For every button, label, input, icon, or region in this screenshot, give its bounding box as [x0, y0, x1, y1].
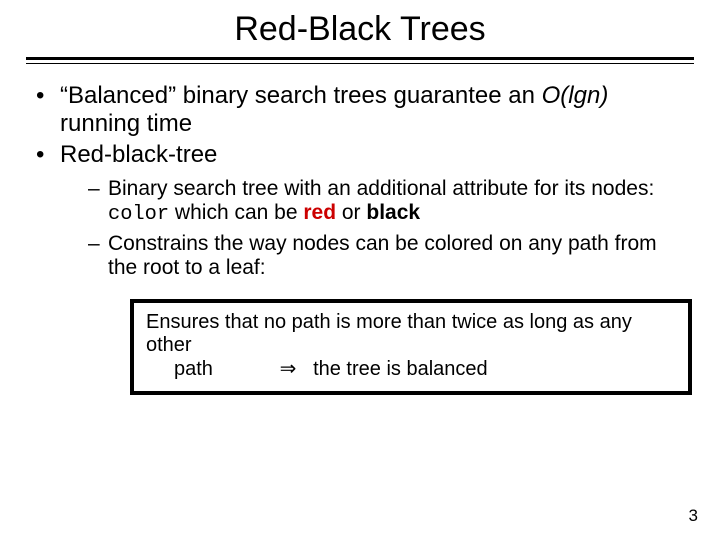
sub1-or: or: [336, 201, 366, 224]
sub-bullet-1: Binary search tree with an additional at…: [88, 177, 684, 227]
bullet-list: “Balanced” binary search trees guarantee…: [36, 82, 684, 395]
bullet-2-text: Red-black-tree: [60, 141, 217, 168]
callout-line2: path ⇒ the tree is balanced: [146, 358, 676, 382]
callout-box: Ensures that no path is more than twice …: [130, 299, 692, 396]
sub-bullet-2: Constrains the way nodes can be colored …: [88, 232, 684, 280]
callout-line2-post: the tree is balanced: [313, 358, 488, 380]
sub1-mid: which can be: [169, 201, 303, 224]
slide-title: Red-Black Trees: [0, 0, 720, 55]
bullet-2: Red-black-tree Binary search tree with a…: [36, 141, 684, 395]
sub1-pre: Binary search tree with an additional at…: [108, 177, 654, 200]
sub1-black: black: [366, 201, 420, 224]
page-number: 3: [689, 506, 698, 526]
slide-body: “Balanced” binary search trees guarantee…: [0, 64, 720, 395]
slide: Red-Black Trees “Balanced” binary search…: [0, 0, 720, 540]
bullet-1-post: running time: [60, 110, 192, 137]
double-arrow-icon: ⇒: [280, 358, 297, 380]
bullet-1-bigO: O(lgn): [542, 82, 609, 109]
sub-bullet-list: Binary search tree with an additional at…: [60, 177, 684, 281]
bullet-1: “Balanced” binary search trees guarantee…: [36, 82, 684, 137]
sub1-red: red: [303, 201, 336, 224]
callout-line1: Ensures that no path is more than twice …: [146, 311, 632, 357]
title-rule-thick: [26, 57, 694, 60]
sub2-text: Constrains the way nodes can be colored …: [108, 232, 657, 279]
callout-line2-pre: path: [174, 358, 213, 380]
sub1-color-word: color: [108, 203, 169, 226]
bullet-1-pre: “Balanced” binary search trees guarantee…: [60, 82, 542, 109]
